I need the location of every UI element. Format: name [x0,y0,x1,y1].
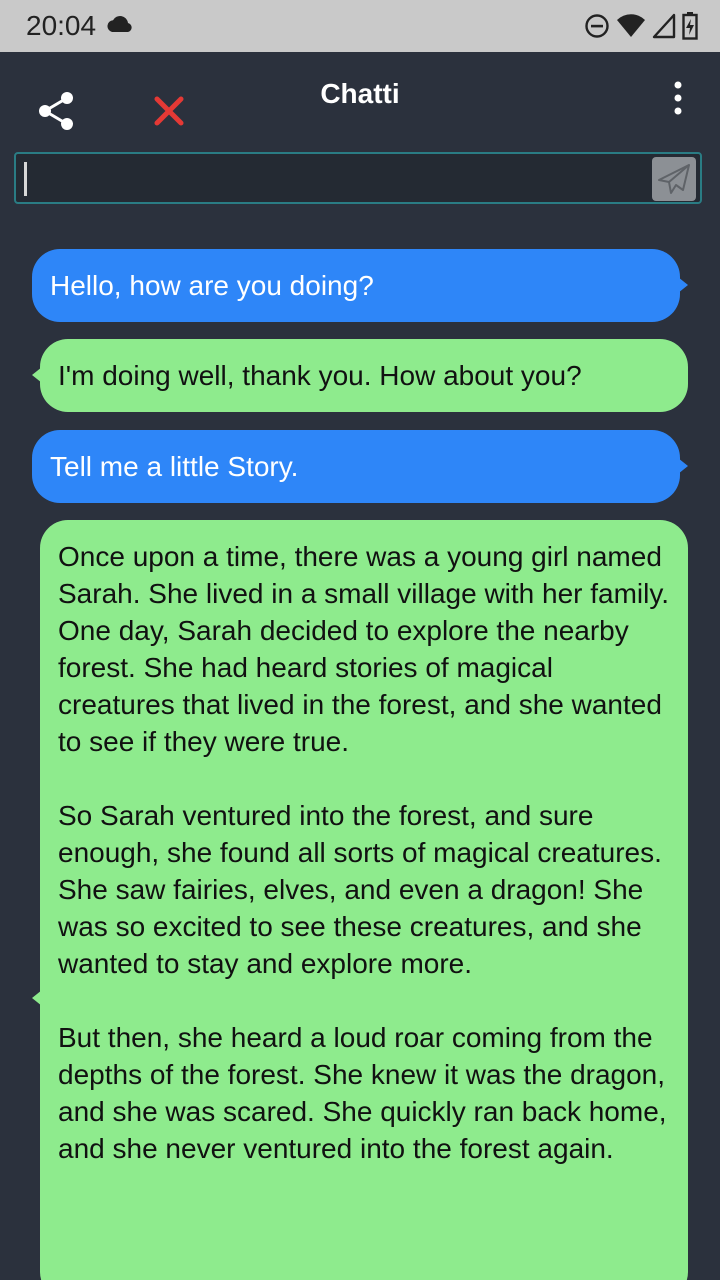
app-bar: Chatti [0,52,720,148]
battery-charging-icon [682,12,698,40]
wifi-icon [617,14,645,38]
user-message-bubble: Hello, how are you doing? [32,249,688,322]
composer [14,152,702,204]
bot-message-bubble: Once upon a time, there was a young girl… [32,520,688,1280]
signal-icon [652,13,676,39]
status-icons [584,10,698,42]
status-bar: 20:04 [0,0,720,52]
more-vert-icon[interactable] [664,80,692,116]
text-caret [24,162,27,196]
user-message-bubble: Tell me a little Story. [32,430,688,503]
message-list[interactable]: Hello, how are you doing? I'm doing well… [0,240,720,1280]
send-button[interactable] [652,157,696,201]
bot-message-bubble: I'm doing well, thank you. How about you… [32,339,688,412]
cloud-icon [107,15,132,32]
do-not-disturb-icon [585,14,609,38]
message-input[interactable] [22,158,642,198]
send-icon [658,164,690,194]
app-title: Chatti [320,78,400,109]
status-time: 20:04 [26,10,97,41]
